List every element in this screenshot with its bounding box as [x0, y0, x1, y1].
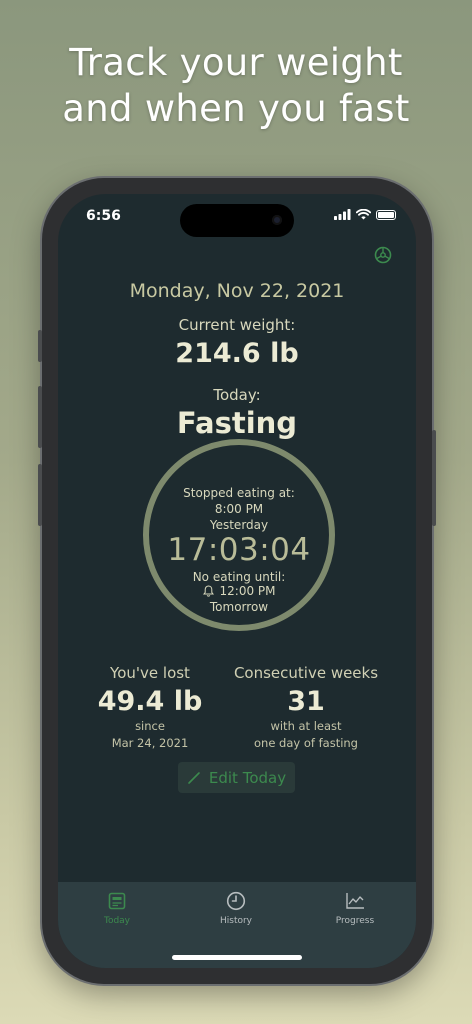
- phone-frame: 6:56 Monday, Nov 22, 2021 Current weight…: [38, 178, 436, 984]
- today-label: Today:: [213, 386, 261, 404]
- volume-down-button: [38, 464, 42, 526]
- consecutive-weeks-stat: Consecutive weeks 31 with at least one d…: [226, 664, 386, 751]
- no-eating-until-label: No eating until:: [192, 570, 286, 584]
- tab-today-label: Today: [103, 916, 131, 926]
- weight-lost-value: 49.4 lb: [97, 686, 203, 717]
- line-chart-icon: [346, 893, 364, 909]
- consecutive-weeks-value: 31: [287, 686, 325, 717]
- headline: Track your weight and when you fast: [0, 40, 472, 132]
- action-button: [38, 330, 42, 362]
- tab-history[interactable]: History: [196, 890, 276, 926]
- tab-progress[interactable]: Progress: [315, 890, 395, 926]
- consecutive-weeks-sub-1: with at least: [270, 719, 342, 733]
- edit-today-button[interactable]: Edit Today: [178, 762, 295, 793]
- stopped-eating-label: Stopped eating at:: [183, 486, 295, 500]
- status-time: 6:56: [86, 208, 121, 224]
- clock-icon: [226, 891, 246, 911]
- app-screen: 6:56 Monday, Nov 22, 2021 Current weight…: [58, 194, 416, 968]
- current-date: Monday, Nov 22, 2021: [129, 280, 345, 302]
- edit-today-label: Edit Today: [208, 768, 287, 787]
- tab-bar: Today History Progress: [58, 882, 416, 968]
- no-eating-until-time: 12:00 PM: [219, 584, 276, 598]
- consecutive-weeks-label: Consecutive weeks: [233, 664, 379, 682]
- weight-lost-since-date: Mar 24, 2021: [111, 736, 189, 750]
- weight-lost-stat: You've lost 49.4 lb since Mar 24, 2021: [90, 664, 210, 751]
- home-indicator: [172, 955, 302, 960]
- no-eating-until-row: 12:00 PM: [142, 584, 336, 598]
- dynamic-island: [180, 204, 294, 237]
- stopped-eating-day: Yesterday: [209, 518, 269, 532]
- side-button: [432, 430, 436, 526]
- fasting-timer: 17:03:04: [167, 532, 311, 568]
- headline-line-2: and when you fast: [62, 87, 410, 130]
- tab-today[interactable]: Today: [77, 890, 157, 926]
- calendar-page-icon: [108, 892, 126, 910]
- current-weight-label: Current weight:: [178, 316, 296, 334]
- headline-line-1: Track your weight: [69, 41, 403, 84]
- stopped-eating-time: 8:00 PM: [214, 502, 264, 516]
- no-eating-until-day: Tomorrow: [209, 600, 269, 614]
- battery-icon: [376, 209, 396, 220]
- tab-progress-label: Progress: [335, 916, 375, 926]
- bell-icon: [202, 585, 214, 597]
- weight-lost-since-label: since: [135, 719, 165, 733]
- tab-history-label: History: [219, 916, 253, 926]
- today-status: Fasting: [176, 406, 298, 440]
- settings-button[interactable]: [374, 246, 392, 268]
- cellular-signal-icon: [334, 209, 351, 220]
- fasting-progress-ring: Stopped eating at: 8:00 PM Yesterday 17:…: [142, 438, 336, 632]
- settings-gear-icon: [374, 246, 392, 264]
- wifi-icon: [356, 209, 371, 220]
- consecutive-weeks-sub-2: one day of fasting: [254, 736, 358, 750]
- weight-lost-label: You've lost: [110, 664, 190, 682]
- status-icons: [334, 209, 396, 220]
- current-weight-value: 214.6 lb: [175, 338, 299, 369]
- volume-up-button: [38, 386, 42, 448]
- camera-icon: [272, 215, 282, 225]
- pencil-icon: [188, 771, 200, 784]
